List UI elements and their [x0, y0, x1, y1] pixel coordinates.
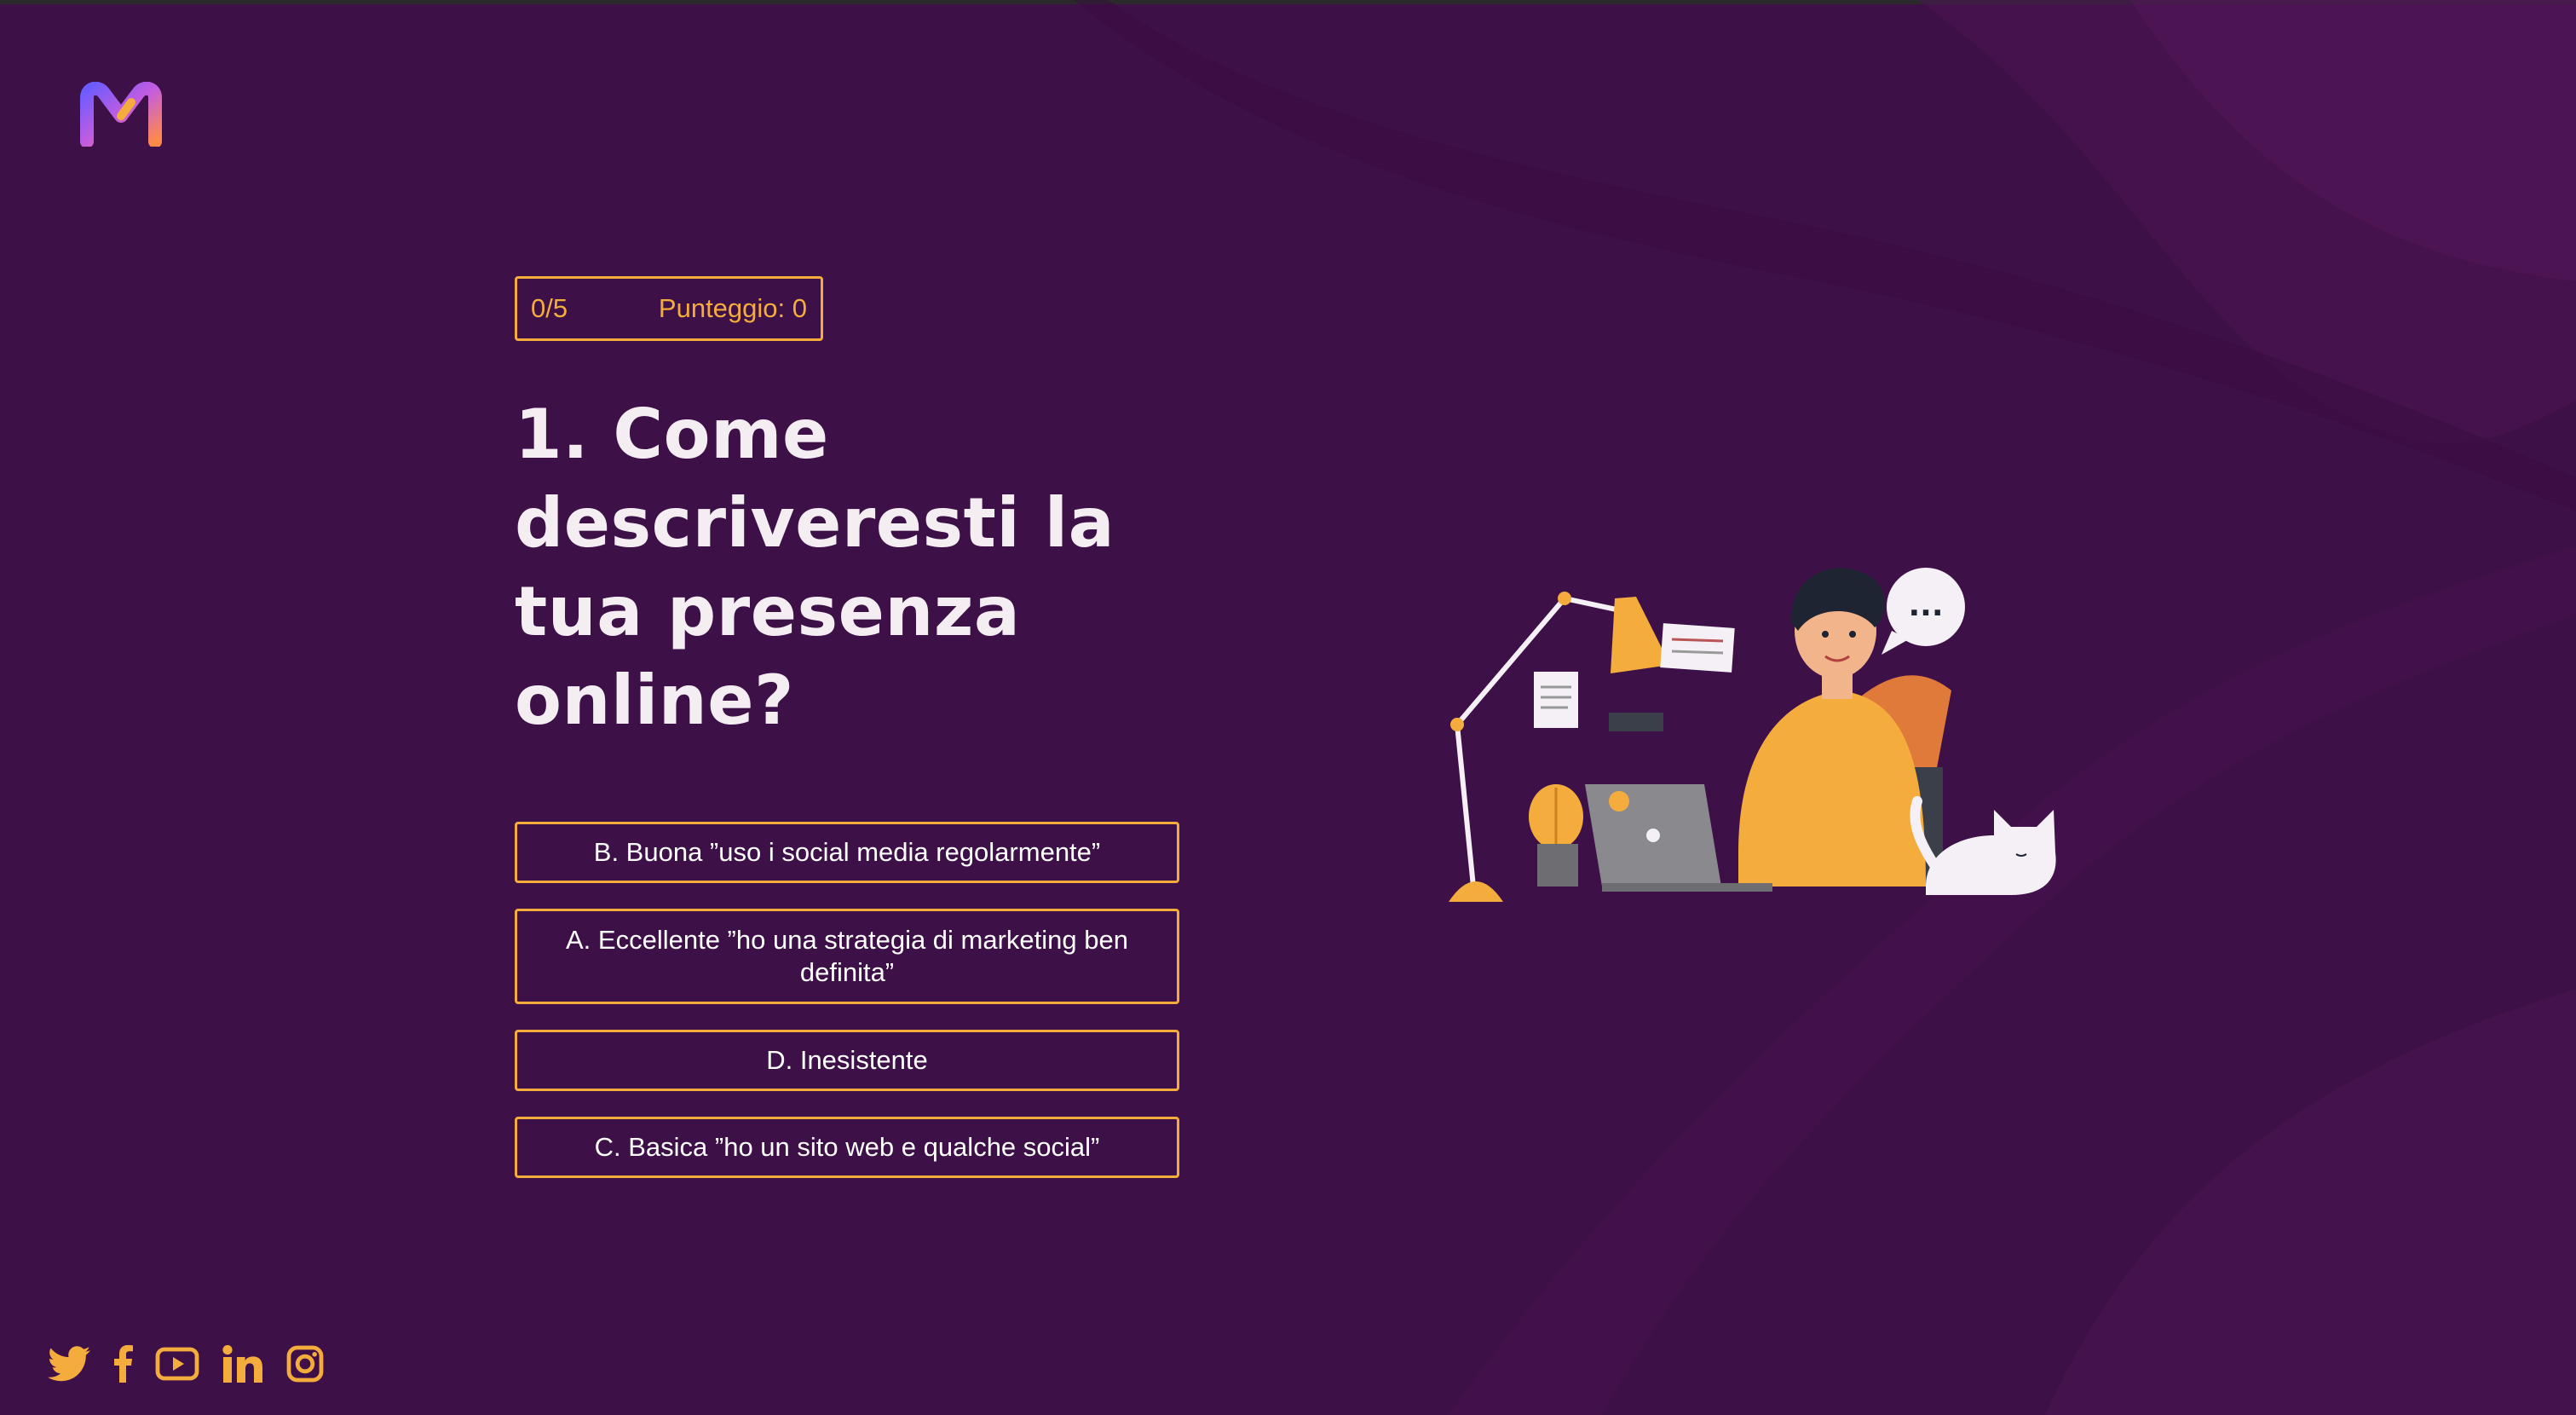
m-logo-icon	[80, 81, 162, 148]
speech-bubble-icon: ...	[1882, 568, 1965, 655]
instagram-icon[interactable]	[286, 1345, 324, 1386]
answer-list: B. Buona ”uso i social media regolarment…	[515, 822, 1179, 1178]
progress-counter: 0/5	[531, 293, 568, 323]
person-at-laptop-illustration: ...	[1449, 568, 2056, 902]
question-title: 1. Come descriveresti la tua presenza on…	[515, 395, 1115, 740]
twitter-icon[interactable]	[48, 1346, 90, 1385]
quiz-status: 0/5 Punteggio: 0	[515, 276, 823, 341]
social-links	[48, 1340, 324, 1391]
answer-option-c[interactable]: C. Basica ”ho un sito web e qualche soci…	[515, 1117, 1179, 1178]
svg-text:...: ...	[1908, 588, 1943, 623]
logo[interactable]	[80, 81, 162, 148]
answer-option-d[interactable]: D. Inesistente	[515, 1030, 1179, 1091]
plant-icon	[1529, 784, 1583, 887]
score-label: Punteggio: 0	[658, 293, 807, 323]
background-waves	[1074, 0, 2576, 1415]
answer-option-b[interactable]: B. Buona ”uso i social media regolarment…	[515, 822, 1179, 883]
linkedin-icon[interactable]	[222, 1345, 264, 1386]
youtube-icon[interactable]	[155, 1347, 199, 1384]
facebook-icon[interactable]	[112, 1345, 133, 1386]
answer-option-a[interactable]: A. Eccellente ”ho una strategia di marke…	[515, 909, 1179, 1004]
quiz-panel: 0/5 Punteggio: 0 1. Come descriveresti l…	[515, 276, 1179, 1204]
